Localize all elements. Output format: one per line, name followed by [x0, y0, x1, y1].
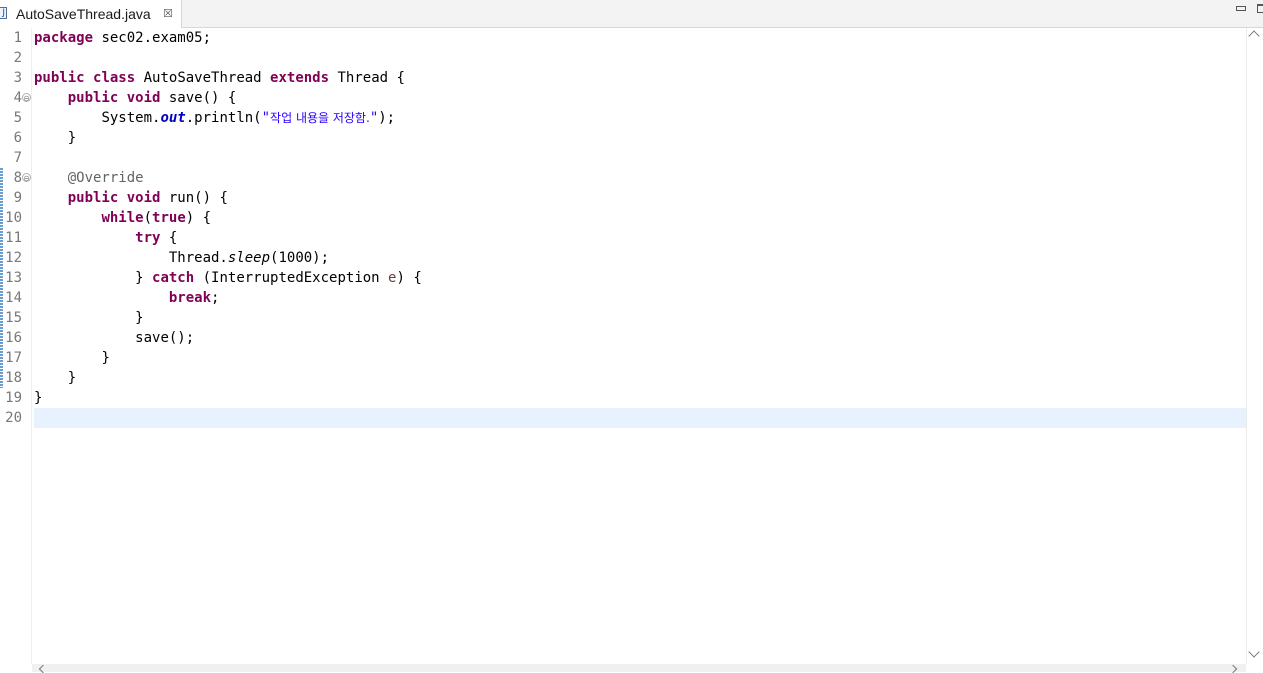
code-text: ) {: [185, 210, 212, 226]
line-number: 13: [5, 270, 22, 286]
line-number: 18: [5, 370, 22, 386]
fold-collapse-icon[interactable]: ⊖: [22, 93, 31, 103]
keyword: break: [168, 290, 212, 306]
code-text: }: [135, 270, 153, 286]
line-number: 8: [13, 170, 22, 186]
code-text: sec02.exam05;: [93, 30, 212, 46]
line-number: 1: [13, 30, 22, 46]
line-number-gutter: 1 2 3 4 5 6 7 8 9 10 11 12 13 14 15 16 1…: [0, 28, 32, 664]
code-text: (: [143, 210, 153, 226]
code-line-4: public void save() {: [34, 88, 237, 108]
keyword: package: [34, 30, 94, 46]
scroll-up-icon[interactable]: [1248, 30, 1260, 42]
code-line-10: while(true) {: [34, 208, 211, 228]
keyword: extends: [270, 70, 330, 86]
code-line-9: public void run() {: [34, 188, 228, 208]
code-text: save() {: [160, 90, 237, 106]
code-line-5: System.out.println("작업 내용을 저장함.");: [34, 108, 395, 128]
code-text: System.: [101, 110, 161, 126]
tab-title: AutoSaveThread.java: [16, 6, 151, 22]
code-line-17: }: [34, 348, 110, 368]
code-text: Thread {: [329, 70, 405, 86]
code-text: }: [135, 310, 144, 326]
line-number: 16: [5, 330, 22, 346]
code-line-15: }: [34, 308, 144, 328]
code-text: ) {: [396, 270, 422, 286]
code-text: }: [67, 370, 77, 386]
code-text-area[interactable]: package sec02.exam05; public class AutoS…: [32, 28, 1246, 664]
line-number: 19: [5, 390, 22, 406]
code-line-14: break;: [34, 288, 220, 308]
keyword: public: [67, 190, 119, 206]
keyword: true: [152, 210, 186, 226]
line-number: 9: [13, 190, 22, 206]
keyword: catch: [152, 270, 195, 286]
code-text: ;: [211, 290, 220, 306]
line-number: 2: [13, 50, 22, 66]
keyword: void: [126, 190, 161, 206]
code-text: (1000);: [270, 250, 330, 266]
line-number: 10: [5, 210, 22, 226]
fold-collapse-icon[interactable]: ⊖: [22, 173, 31, 183]
code-line-12: Thread.sleep(1000);: [34, 248, 329, 268]
code-line-16: save();: [34, 328, 194, 348]
line-number: 3: [13, 70, 22, 86]
keyword: void: [126, 90, 161, 106]
horizontal-scrollbar[interactable]: [32, 664, 1246, 673]
maximize-icon[interactable]: [1257, 4, 1263, 13]
line-number: 7: [13, 150, 22, 166]
code-text: run() {: [160, 190, 228, 206]
code-text: .println(: [185, 110, 262, 126]
code-line-6: }: [34, 128, 76, 148]
code-text: AutoSaveThread: [135, 70, 271, 86]
line-number: 17: [5, 350, 22, 366]
code-text: save();: [135, 330, 195, 346]
keyword: try: [135, 230, 161, 246]
line-number: 14: [5, 290, 22, 306]
line-number: 6: [13, 130, 22, 146]
current-line-highlight: [34, 408, 1246, 428]
code-line-1: package sec02.exam05;: [34, 28, 211, 48]
keyword: public: [34, 70, 85, 86]
code-text: {: [160, 230, 178, 246]
string-literal: 작업 내용을 저장함.: [270, 111, 370, 125]
code-text: );: [378, 110, 396, 126]
code-line-8: @Override: [34, 168, 144, 188]
code-line-13: } catch (InterruptedException e) {: [34, 268, 422, 288]
close-icon[interactable]: ☒: [163, 5, 173, 23]
keyword: public: [67, 90, 119, 106]
static-field: out: [160, 110, 186, 126]
editor-tab-bar: J AutoSaveThread.java ☒: [0, 0, 1263, 28]
code-text: }: [67, 130, 77, 146]
line-number: 4: [13, 90, 22, 106]
line-number: 20: [5, 410, 22, 426]
code-line-19: }: [34, 388, 42, 408]
java-file-icon: J: [0, 7, 7, 19]
vertical-scrollbar[interactable]: [1246, 28, 1263, 664]
line-number: 5: [13, 110, 22, 126]
editor-tab-autosavethread[interactable]: J AutoSaveThread.java ☒: [0, 0, 182, 28]
minimize-icon[interactable]: [1236, 6, 1246, 11]
line-number: 12: [5, 250, 22, 266]
keyword: class: [93, 70, 136, 86]
keyword: while: [101, 210, 144, 226]
string-quote: ": [369, 110, 379, 126]
line-number: 15: [5, 310, 22, 326]
code-text: Thread.: [168, 250, 228, 266]
code-line-18: }: [34, 368, 76, 388]
annotation: @Override: [67, 170, 144, 186]
static-method: sleep: [227, 250, 271, 266]
code-text: (InterruptedException: [194, 270, 389, 286]
scroll-down-icon[interactable]: [1248, 646, 1260, 658]
code-line-3: public class AutoSaveThread extends Thre…: [34, 68, 405, 88]
code-editor[interactable]: 1 2 3 4 5 6 7 8 9 10 11 12 13 14 15 16 1…: [0, 28, 1263, 673]
code-text: }: [101, 350, 110, 366]
line-number: 11: [5, 230, 22, 246]
code-line-11: try {: [34, 228, 177, 248]
string-quote: ": [261, 110, 271, 126]
code-text: }: [34, 390, 43, 406]
